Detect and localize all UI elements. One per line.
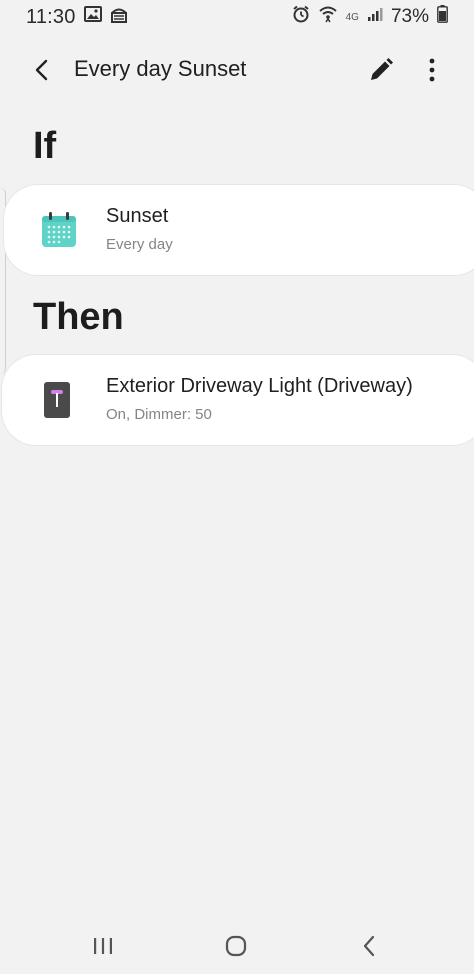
pencil-icon (371, 58, 393, 80)
then-heading: Then (33, 296, 124, 338)
recents-icon (94, 938, 112, 954)
home-button[interactable] (214, 926, 258, 966)
wifi-icon (318, 5, 338, 29)
chevron-left-icon (363, 935, 375, 957)
action-title: Exterior Driveway Light (Driveway) (106, 375, 413, 397)
status-bar: 11:30 4G 73% (0, 0, 474, 34)
more-vertical-icon (429, 58, 435, 82)
light-switch-icon (36, 379, 78, 421)
condition-subtitle: Every day (106, 236, 173, 253)
back-button[interactable] (24, 52, 60, 88)
condition-title: Sunset (106, 205, 169, 227)
arrow-left-icon (35, 59, 48, 81)
battery-icon (437, 5, 448, 29)
status-right: 4G 73% (292, 5, 448, 29)
navigation-bar (0, 918, 474, 974)
edit-button[interactable] (363, 52, 399, 88)
gallery-icon (83, 6, 102, 28)
page-title: Every day Sunset (74, 56, 247, 81)
app-bar: Every day Sunset (0, 48, 474, 92)
news-icon (110, 6, 128, 29)
network-type-label: 4G (345, 11, 359, 23)
signal-icon (367, 6, 383, 28)
battery-percent: 73% (390, 6, 429, 27)
condition-card[interactable]: Sunset Every day (4, 185, 474, 275)
action-card[interactable]: Exterior Driveway Light (Driveway) On, D… (2, 355, 474, 445)
nav-back-button[interactable] (347, 926, 391, 966)
status-time: 11:30 (26, 5, 76, 28)
status-left: 11:30 (26, 6, 128, 29)
home-icon (225, 935, 247, 957)
calendar-icon (38, 209, 80, 251)
alarm-icon (292, 5, 310, 29)
if-heading: If (33, 125, 57, 167)
recents-button[interactable] (81, 926, 125, 966)
action-subtitle: On, Dimmer: 50 (106, 406, 212, 423)
more-options-button[interactable] (414, 52, 450, 88)
